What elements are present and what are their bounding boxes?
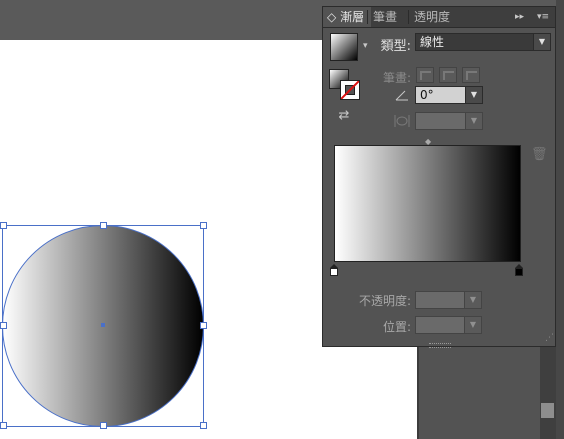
reverse-gradient-icon[interactable]: ⇄ [336, 108, 352, 124]
expand-panel-icon[interactable]: ▸▸ [515, 7, 524, 27]
angle-field[interactable]: 0° ▼ [415, 86, 483, 104]
stroke-apply-across-button [462, 67, 480, 83]
window-edge [556, 0, 564, 439]
swatch-dropdown-icon[interactable]: ▾ [363, 41, 368, 51]
handle-top-right[interactable] [200, 222, 207, 229]
tab-divider [408, 10, 409, 24]
panel-resize-grip[interactable] [429, 343, 451, 348]
center-point [101, 323, 105, 327]
location-label: 位置: [382, 320, 411, 334]
chevron-down-icon: ▼ [465, 87, 482, 103]
fill-stroke-indicator[interactable] [329, 69, 361, 101]
tab-divider [367, 10, 368, 24]
tab-gradient-label: 漸層 [340, 10, 365, 24]
opacity-label: 不透明度: [358, 294, 411, 308]
stroke-label: 筆畫: [382, 71, 411, 85]
trash-icon: 🗑 [531, 147, 548, 162]
location-field: ▼ [415, 316, 482, 334]
vertical-scrollbar[interactable] [540, 345, 556, 439]
panel-tab-bar: ◇ 漸層 筆畫 透明度 ▸▸ ▾≡ [323, 7, 555, 28]
handle-top-left[interactable] [0, 222, 7, 229]
handle-middle-right[interactable] [200, 322, 207, 329]
tab-stroke[interactable]: 筆畫 [369, 7, 401, 27]
panel-menu-icon[interactable]: ▾≡ [537, 7, 549, 27]
aspect-ratio-icon [394, 115, 410, 127]
tab-transparency[interactable]: 透明度 [410, 7, 454, 27]
resize-corner-icon[interactable]: ⋰ [545, 333, 554, 343]
chevron-down-icon: ▼ [464, 292, 481, 308]
handle-bottom-right[interactable] [200, 422, 207, 429]
gradient-swatch[interactable] [330, 33, 358, 61]
scrollbar-thumb[interactable] [541, 403, 554, 418]
stroke-apply-along-button [439, 67, 457, 83]
opacity-field: ▼ [415, 291, 482, 309]
handle-top-center[interactable] [100, 222, 107, 229]
handle-bottom-center[interactable] [100, 422, 107, 429]
stroke-apply-within-button [416, 67, 434, 83]
gradient-slider[interactable] [334, 145, 521, 262]
chevron-down-icon: ▼ [464, 317, 481, 333]
angle-value: 0° [420, 88, 434, 102]
tab-gradient[interactable]: ◇ 漸層 [323, 7, 371, 27]
type-value: 線性 [420, 35, 445, 49]
handle-bottom-left[interactable] [0, 422, 7, 429]
type-select[interactable]: 線性 ▼ [415, 33, 551, 51]
chevron-down-icon: ▼ [533, 34, 550, 50]
gradient-stop-start[interactable] [330, 264, 338, 276]
angle-icon [395, 90, 408, 101]
type-label: 類型: [380, 39, 411, 54]
chevron-down-icon: ▼ [465, 113, 482, 129]
aspect-ratio-field: ▼ [415, 112, 483, 130]
gradient-panel: ◇ 漸層 筆畫 透明度 ▸▸ ▾≡ ▾ ⇄ 類型: 線性 ▼ 筆畫: 0° ▼ … [322, 6, 556, 348]
handle-middle-left[interactable] [0, 322, 7, 329]
tab-collapse-icon: ◇ [327, 10, 337, 24]
gradient-stop-end[interactable] [515, 264, 523, 276]
stroke-swatch[interactable] [340, 80, 360, 100]
